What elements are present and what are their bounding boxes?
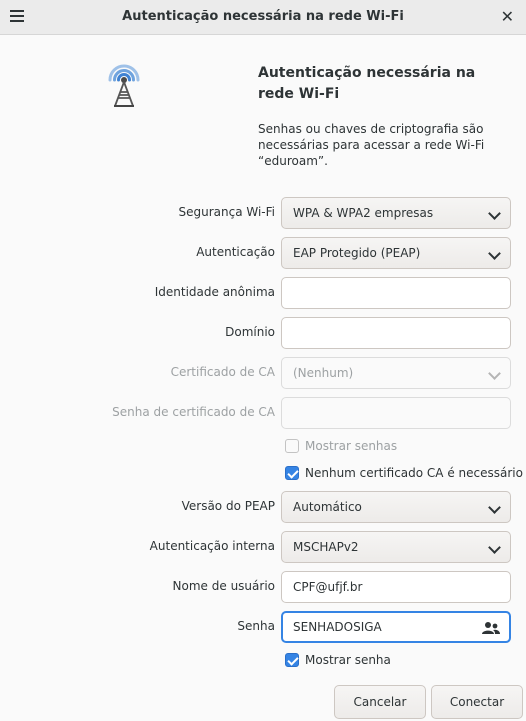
authentication-value: EAP Protegido (PEAP) <box>293 246 421 260</box>
inner-auth-label: Autenticação interna <box>149 539 275 553</box>
chevron-down-icon <box>488 501 501 514</box>
security-label: Segurança Wi-Fi <box>178 205 275 219</box>
dialog-description: Senhas ou chaves de criptografia são nec… <box>258 122 485 168</box>
checkbox-checked-icon <box>285 466 299 480</box>
password-value: SENHADOSIGA <box>293 620 382 634</box>
chevron-down-icon <box>488 367 501 380</box>
close-icon[interactable]: ✕ <box>501 7 514 26</box>
show-passwords-checkbox[interactable]: Mostrar senhas <box>285 439 397 453</box>
wifi-tower-icon <box>108 64 140 107</box>
anonymous-identity-label: Identidade anônima <box>154 285 275 299</box>
security-combo[interactable]: WPA & WPA2 empresas <box>281 197 511 229</box>
domain-label: Domínio <box>225 325 275 339</box>
domain-input[interactable] <box>281 317 511 349</box>
show-password-label: Mostrar senha <box>305 653 391 667</box>
chevron-down-icon <box>488 541 501 554</box>
password-label: Senha <box>237 619 275 633</box>
ca-certificate-password-label: Senha de certificado de CA <box>112 405 275 419</box>
password-input[interactable]: SENHADOSIGA <box>281 611 511 643</box>
anonymous-identity-input[interactable] <box>281 277 511 309</box>
peap-version-value: Automático <box>293 500 362 514</box>
ca-certificate-label: Certificado de CA <box>170 365 275 379</box>
no-ca-required-label: Nenhum certificado CA é necessário <box>305 466 523 480</box>
chevron-down-icon <box>488 247 501 260</box>
chevron-down-icon <box>488 207 501 220</box>
ca-certificate-password-input[interactable] <box>281 397 511 429</box>
username-input[interactable]: CPF@ufjf.br <box>281 571 511 603</box>
connect-button[interactable]: Conectar <box>431 685 523 719</box>
ca-certificate-combo[interactable]: (Nenhum) <box>281 357 511 389</box>
checkbox-checked-icon <box>285 653 299 667</box>
dialog-heading: Autenticação necessária na rede Wi-Fi <box>258 65 476 102</box>
checkbox-unchecked-icon <box>285 439 299 453</box>
security-value: WPA & WPA2 empresas <box>293 206 434 220</box>
ca-certificate-value: (Nenhum) <box>293 366 354 380</box>
title-bar: Autenticação necessária na rede Wi-Fi ✕ <box>0 0 526 35</box>
show-password-checkbox[interactable]: Mostrar senha <box>285 653 391 667</box>
cancel-button[interactable]: Cancelar <box>334 685 426 719</box>
inner-auth-value: MSCHAPv2 <box>293 540 359 554</box>
show-passwords-label: Mostrar senhas <box>305 439 398 453</box>
window-title: Autenticação necessária na rede Wi-Fi <box>122 9 404 24</box>
no-ca-required-checkbox[interactable]: Nenhum certificado CA é necessário <box>285 466 523 480</box>
inner-auth-combo[interactable]: MSCHAPv2 <box>281 531 511 563</box>
username-label: Nome de usuário <box>172 579 275 593</box>
authentication-label: Autenticação <box>196 245 275 259</box>
peap-version-label: Versão do PEAP <box>181 499 275 513</box>
authentication-combo[interactable]: EAP Protegido (PEAP) <box>281 237 511 269</box>
peap-version-combo[interactable]: Automático <box>281 491 511 523</box>
users-icon[interactable] <box>482 621 500 635</box>
